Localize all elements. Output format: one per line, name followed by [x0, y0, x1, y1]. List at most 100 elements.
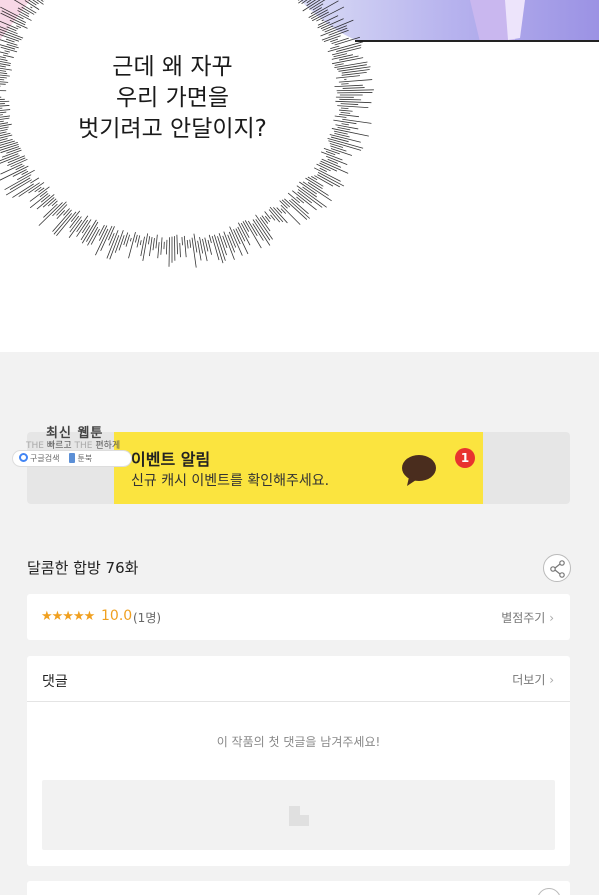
burst-ray — [335, 124, 359, 130]
rate-button[interactable]: 별점주기 › — [501, 609, 554, 626]
burst-ray — [330, 145, 347, 152]
burst-ray — [0, 70, 7, 72]
burst-ray — [108, 226, 115, 241]
burst-ray — [193, 233, 198, 253]
burst-ray — [0, 122, 9, 125]
burst-ray — [335, 75, 360, 79]
burst-ray — [0, 39, 18, 46]
rating-stars: ★★★★★ — [41, 609, 95, 624]
burst-ray — [331, 128, 369, 137]
burst-ray — [135, 234, 138, 243]
chevron-right-icon: › — [549, 673, 554, 687]
burst-ray — [296, 196, 305, 204]
burst-ray — [0, 103, 5, 105]
comic-panel: 근데 왜 자꾸 우리 가면을 벗기려고 안달이지? — [0, 0, 599, 352]
burst-ray — [338, 66, 371, 72]
speech-line: 벗기려고 안달이지? — [78, 116, 267, 142]
burst-ray — [38, 202, 63, 226]
burst-ray — [0, 65, 6, 68]
burst-ray — [336, 89, 374, 92]
google-icon — [19, 453, 28, 462]
burst-ray — [228, 231, 237, 248]
burst-ray — [152, 238, 155, 251]
burst-ray — [204, 237, 209, 252]
toonbook-icon — [69, 453, 76, 463]
burst-ray — [330, 136, 349, 143]
burst-ray — [181, 237, 183, 246]
episode-title: 달콤한 합방 76화 — [27, 559, 139, 577]
burst-ray — [264, 211, 271, 220]
burst-ray — [340, 107, 349, 110]
burst-ray — [281, 199, 291, 208]
burst-ray — [0, 109, 11, 111]
share-button[interactable] — [543, 554, 571, 582]
next-section-button[interactable] — [537, 888, 561, 895]
burst-ray — [29, 193, 49, 209]
burst-ray — [0, 107, 3, 109]
rating-card: ★★★★★ 10.0 (1명) 별점주기 › — [27, 594, 570, 640]
burst-ray — [337, 105, 369, 109]
burst-ray — [160, 237, 163, 255]
burst-ray — [139, 240, 142, 246]
comments-header: 댓글 더보기 › — [27, 656, 570, 702]
burst-ray — [0, 131, 7, 134]
burst-ray — [342, 87, 365, 89]
burst-ray — [330, 38, 339, 43]
burst-ray — [337, 126, 351, 131]
burst-ray — [307, 176, 324, 187]
burst-ray — [28, 182, 45, 194]
chevron-right-icon: › — [549, 611, 554, 625]
burst-ray — [16, 25, 22, 29]
comments-empty-message: 이 작품의 첫 댓글을 남겨주세요! — [216, 735, 381, 749]
burst-ray — [0, 163, 23, 175]
burst-ray — [297, 191, 313, 204]
burst-ray — [334, 84, 363, 88]
share-icon — [550, 560, 565, 578]
comments-more-button[interactable]: 더보기 › — [512, 671, 554, 688]
site-label: 툰북 — [77, 454, 93, 463]
next-section-card — [27, 881, 570, 895]
burst-ray — [0, 114, 3, 116]
speech-line: 우리 가면을 — [115, 85, 230, 111]
burst-ray — [56, 210, 66, 220]
speech-line: 근데 왜 자꾸 — [112, 54, 233, 80]
comment-input[interactable] — [42, 780, 555, 850]
burst-ray — [208, 234, 212, 244]
burst-ray — [4, 50, 11, 53]
burst-ray — [322, 25, 334, 31]
burst-ray — [98, 224, 105, 236]
burst-ray — [168, 237, 170, 267]
watermark-search-pill: 구글검색 툰북 — [12, 450, 132, 467]
burst-ray — [189, 239, 192, 248]
burst-ray — [29, 186, 50, 202]
burst-ray — [302, 186, 317, 198]
rate-button-label: 별점주기 — [501, 611, 546, 625]
burst-ray — [269, 206, 284, 223]
burst-ray — [342, 118, 372, 124]
comments-card: 댓글 더보기 › 이 작품의 첫 댓글을 남겨주세요! — [27, 656, 570, 866]
burst-ray — [18, 182, 40, 197]
burst-ray — [0, 46, 18, 53]
burst-ray — [0, 83, 6, 85]
burst-ray — [179, 242, 181, 258]
burst-ray — [6, 147, 21, 154]
burst-ray — [242, 221, 250, 232]
google-label: 구글검색 — [30, 454, 60, 463]
rating-score: 10.0 — [101, 608, 133, 624]
burst-ray — [255, 219, 271, 241]
burst-ray — [12, 183, 34, 198]
rating-count: (1명) — [133, 611, 162, 625]
burst-ray — [0, 98, 5, 100]
burst-ray — [335, 100, 372, 104]
burst-ray — [317, 21, 330, 29]
site-watermark-logo: 최신 웹툰 THE 빠르고 THE 편하게 구글검색 툰북 — [12, 420, 134, 470]
burst-ray — [17, 169, 35, 181]
comment-placeholder-icon — [289, 806, 309, 826]
burst-ray — [317, 172, 345, 187]
burst-ray — [337, 64, 367, 70]
burst-ray — [148, 236, 151, 245]
burst-ray — [202, 238, 208, 262]
burst-ray — [155, 234, 158, 249]
event-banner-title: 이벤트 알림 — [131, 450, 211, 469]
burst-ray — [340, 111, 351, 114]
